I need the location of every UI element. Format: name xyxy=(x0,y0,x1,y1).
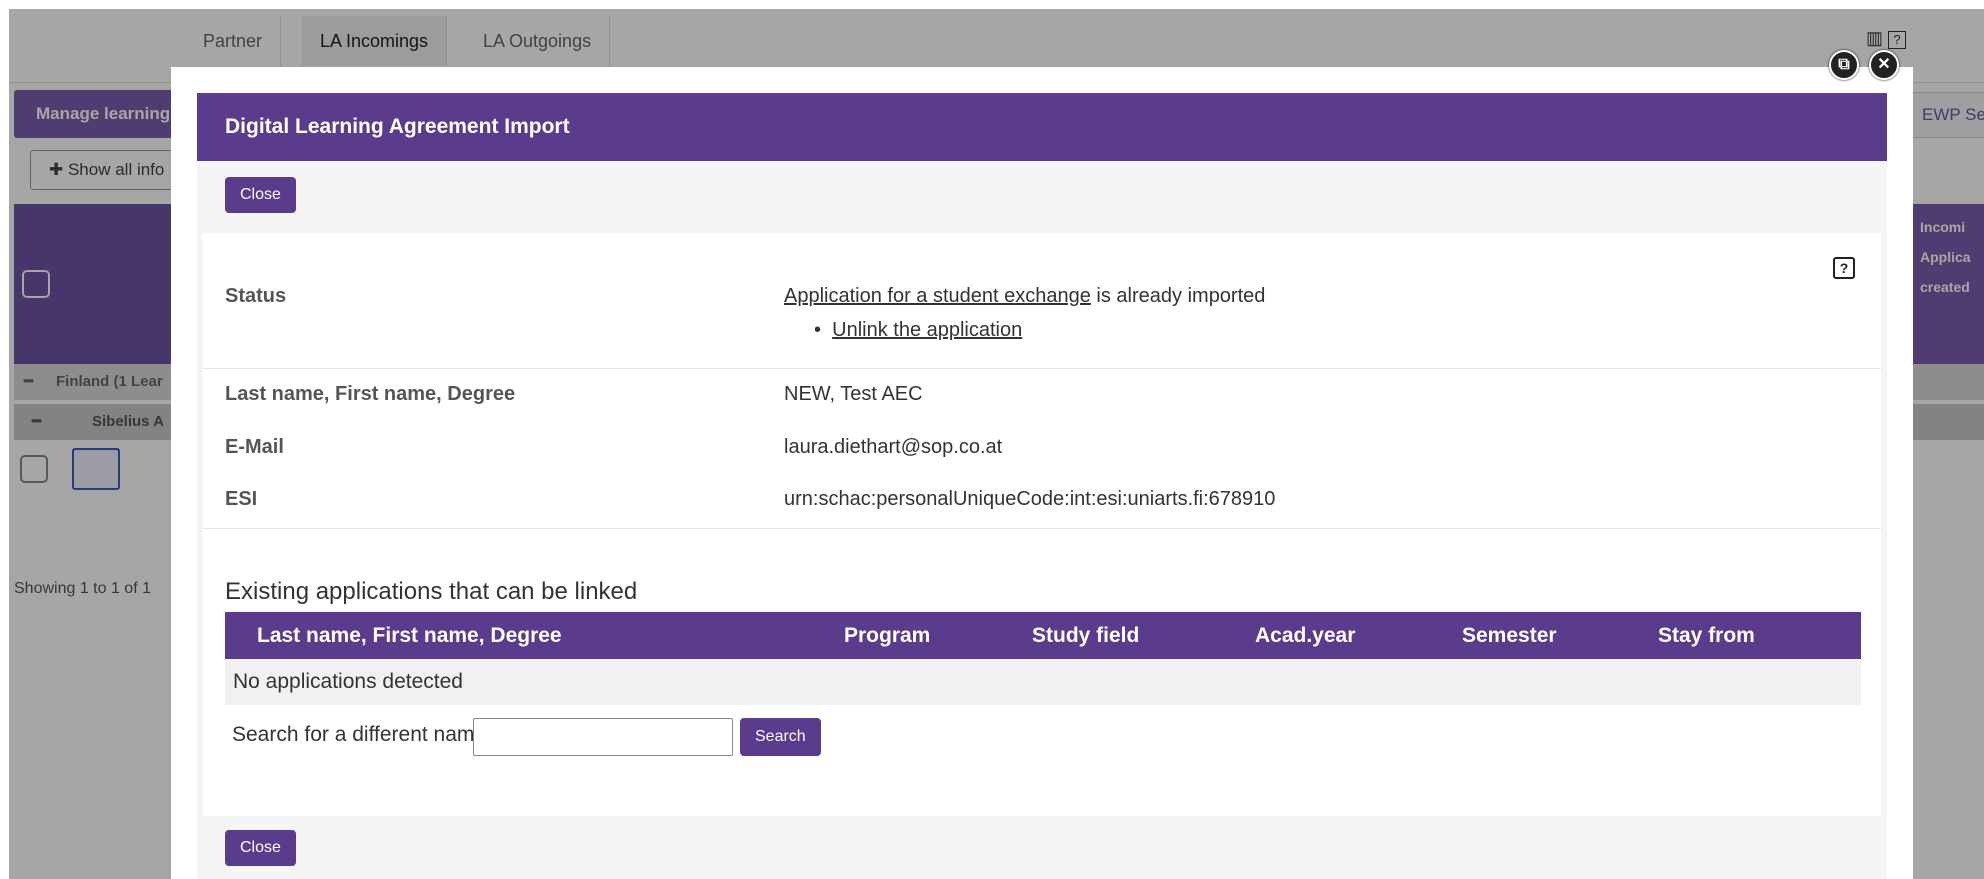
close-button-bottom[interactable]: Close xyxy=(225,830,296,866)
unlink-item: • Unlink the application xyxy=(814,319,1022,342)
column-acad-year[interactable]: Acad.year xyxy=(1255,612,1355,659)
column-semester[interactable]: Semester xyxy=(1462,612,1557,659)
esi-label: ESI xyxy=(225,488,258,510)
status-suffix: is already imported xyxy=(1090,285,1266,307)
applications-table-header: Last name, First name, Degree Program St… xyxy=(225,612,1861,659)
email-label: E-Mail xyxy=(225,436,284,458)
esi-value: urn:schac:personalUniqueCode:int:esi:uni… xyxy=(784,488,1276,510)
email-value: laura.diethart@sop.co.at xyxy=(784,436,1003,458)
name-search-input[interactable] xyxy=(473,718,733,756)
divider xyxy=(203,368,1881,369)
search-label: Search for a different name: xyxy=(232,723,492,746)
status-value: Application for a student exchange is al… xyxy=(784,285,1265,308)
help-icon[interactable]: ? xyxy=(1833,257,1855,279)
search-button[interactable]: Search xyxy=(740,718,821,756)
dialog-content: ? Status Application for a student excha… xyxy=(203,233,1881,816)
page-edge-left xyxy=(0,0,9,879)
unlink-application-link[interactable]: Unlink the application xyxy=(832,319,1022,341)
dialog-body: Digital Learning Agreement Import Close … xyxy=(197,93,1887,879)
bullet-icon: • xyxy=(814,319,833,341)
column-name[interactable]: Last name, First name, Degree xyxy=(257,612,562,659)
close-icon[interactable]: ✕ xyxy=(1869,50,1899,80)
empty-table-message: No applications detected xyxy=(225,659,1861,705)
status-label: Status xyxy=(225,285,287,307)
column-program[interactable]: Program xyxy=(844,612,930,659)
column-stay-from[interactable]: Stay from xyxy=(1658,612,1755,659)
application-link[interactable]: Application for a student exchange xyxy=(784,285,1091,307)
dialog-title: Digital Learning Agreement Import xyxy=(197,93,1887,161)
maximize-icon[interactable]: ⧉ xyxy=(1829,50,1859,80)
existing-applications-title: Existing applications that can be linked xyxy=(225,578,638,605)
dialog-footer: Close xyxy=(197,816,1887,879)
import-dialog: Digital Learning Agreement Import Close … xyxy=(171,67,1913,879)
close-button-top[interactable]: Close xyxy=(225,177,296,213)
page-edge-top xyxy=(0,0,1984,9)
divider xyxy=(203,528,1881,529)
column-study-field[interactable]: Study field xyxy=(1032,612,1139,659)
name-label: Last name, First name, Degree xyxy=(225,383,516,405)
name-value: NEW, Test AEC xyxy=(784,383,923,405)
